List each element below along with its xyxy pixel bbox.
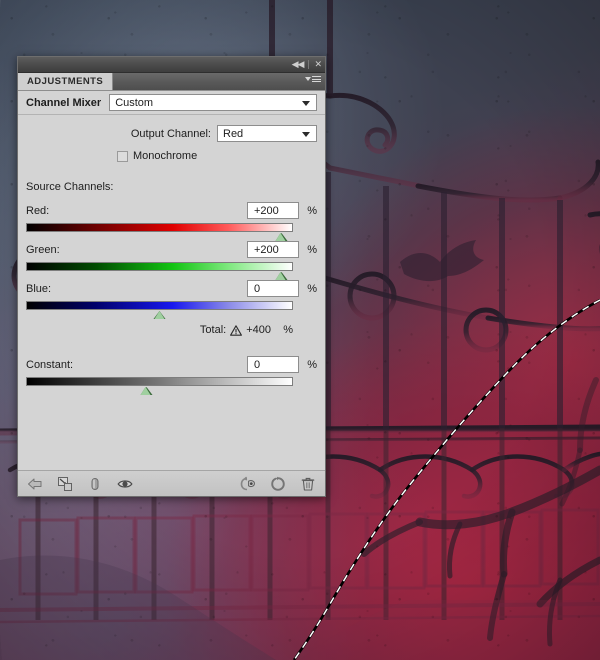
green-input[interactable]: +200 xyxy=(247,241,299,258)
panel-body: Output Channel: Red Monochrome Source Ch… xyxy=(18,115,325,395)
warning-triangle-icon xyxy=(230,324,243,336)
total-row: Total: +400 % xyxy=(26,324,293,336)
view-previous-state-icon[interactable] xyxy=(240,476,256,492)
blue-unit: % xyxy=(307,282,317,295)
preset-select[interactable]: Custom xyxy=(109,94,317,111)
blue-slider-track[interactable] xyxy=(26,301,293,319)
tab-adjustments[interactable]: ADJUSTMENTS xyxy=(18,73,114,90)
constant-slider-thumb[interactable] xyxy=(140,387,153,395)
adjustments-panel[interactable]: ◀◀ ✕ ADJUSTMENTS Channel Mixer Custom Ou… xyxy=(17,56,326,497)
red-slider-thumb[interactable] xyxy=(275,233,288,241)
clip-to-layer-icon[interactable] xyxy=(57,476,73,492)
output-channel-label: Output Channel: xyxy=(130,127,211,140)
reset-icon[interactable] xyxy=(270,476,286,492)
monochrome-row[interactable]: Monochrome xyxy=(117,150,317,162)
source-channels-label: Source Channels: xyxy=(26,181,114,193)
total-unit: % xyxy=(283,324,293,336)
total-label: Total: xyxy=(199,324,227,336)
preset-row: Channel Mixer Custom xyxy=(18,91,325,115)
constant-input[interactable]: 0 xyxy=(247,356,299,373)
slider-row-constant: Constant: 0 % xyxy=(26,356,317,395)
red-input[interactable]: +200 xyxy=(247,202,299,219)
red-label: Red: xyxy=(26,204,50,217)
delete-icon[interactable] xyxy=(300,476,316,492)
output-channel-value: Red xyxy=(223,127,244,140)
panel-title-bar: ◀◀ ✕ xyxy=(18,57,325,73)
green-unit: % xyxy=(307,243,317,256)
green-slider-thumb[interactable] xyxy=(275,272,288,280)
preset-value: Custom xyxy=(115,96,154,109)
chevron-down-icon xyxy=(302,132,310,137)
red-slider-track[interactable] xyxy=(26,223,293,241)
constant-unit: % xyxy=(307,358,317,371)
chevron-down-icon xyxy=(305,77,311,81)
collapse-icon[interactable]: ◀◀ xyxy=(292,60,305,69)
title-bar-separator xyxy=(308,60,310,69)
adjustment-title: Channel Mixer xyxy=(26,96,102,109)
slider-row-blue: Blue: 0 % xyxy=(26,280,317,319)
panel-tab-strip: ADJUSTMENTS xyxy=(18,73,325,91)
preview-eye-icon[interactable] xyxy=(117,476,133,492)
panel-footer-toolbar xyxy=(18,470,325,496)
panel-menu-icon[interactable] xyxy=(305,76,321,82)
red-unit: % xyxy=(307,204,317,217)
constant-label: Constant: xyxy=(26,358,74,371)
photoshop-canvas: ◀◀ ✕ ADJUSTMENTS Channel Mixer Custom Ou… xyxy=(0,0,600,660)
blue-label: Blue: xyxy=(26,282,52,295)
constant-slider-track[interactable] xyxy=(26,377,293,395)
green-slider-track[interactable] xyxy=(26,262,293,280)
blue-input[interactable]: 0 xyxy=(247,280,299,297)
blue-slider-thumb[interactable] xyxy=(153,311,166,319)
chevron-down-icon xyxy=(302,101,310,106)
green-label: Green: xyxy=(26,243,60,256)
output-channel-select[interactable]: Red xyxy=(217,125,317,142)
slider-row-red: Red: +200 % xyxy=(26,202,317,241)
menu-lines-icon xyxy=(312,76,321,82)
return-to-adjustment-list-icon[interactable] xyxy=(27,476,43,492)
toggle-layer-mask-icon[interactable] xyxy=(87,476,103,492)
close-icon[interactable]: ✕ xyxy=(314,60,321,69)
total-value: +400 xyxy=(246,324,271,336)
output-channel-row: Output Channel: Red xyxy=(26,125,317,142)
monochrome-checkbox[interactable] xyxy=(117,150,128,162)
slider-row-green: Green: +200 % xyxy=(26,241,317,280)
monochrome-label: Monochrome xyxy=(133,150,198,162)
